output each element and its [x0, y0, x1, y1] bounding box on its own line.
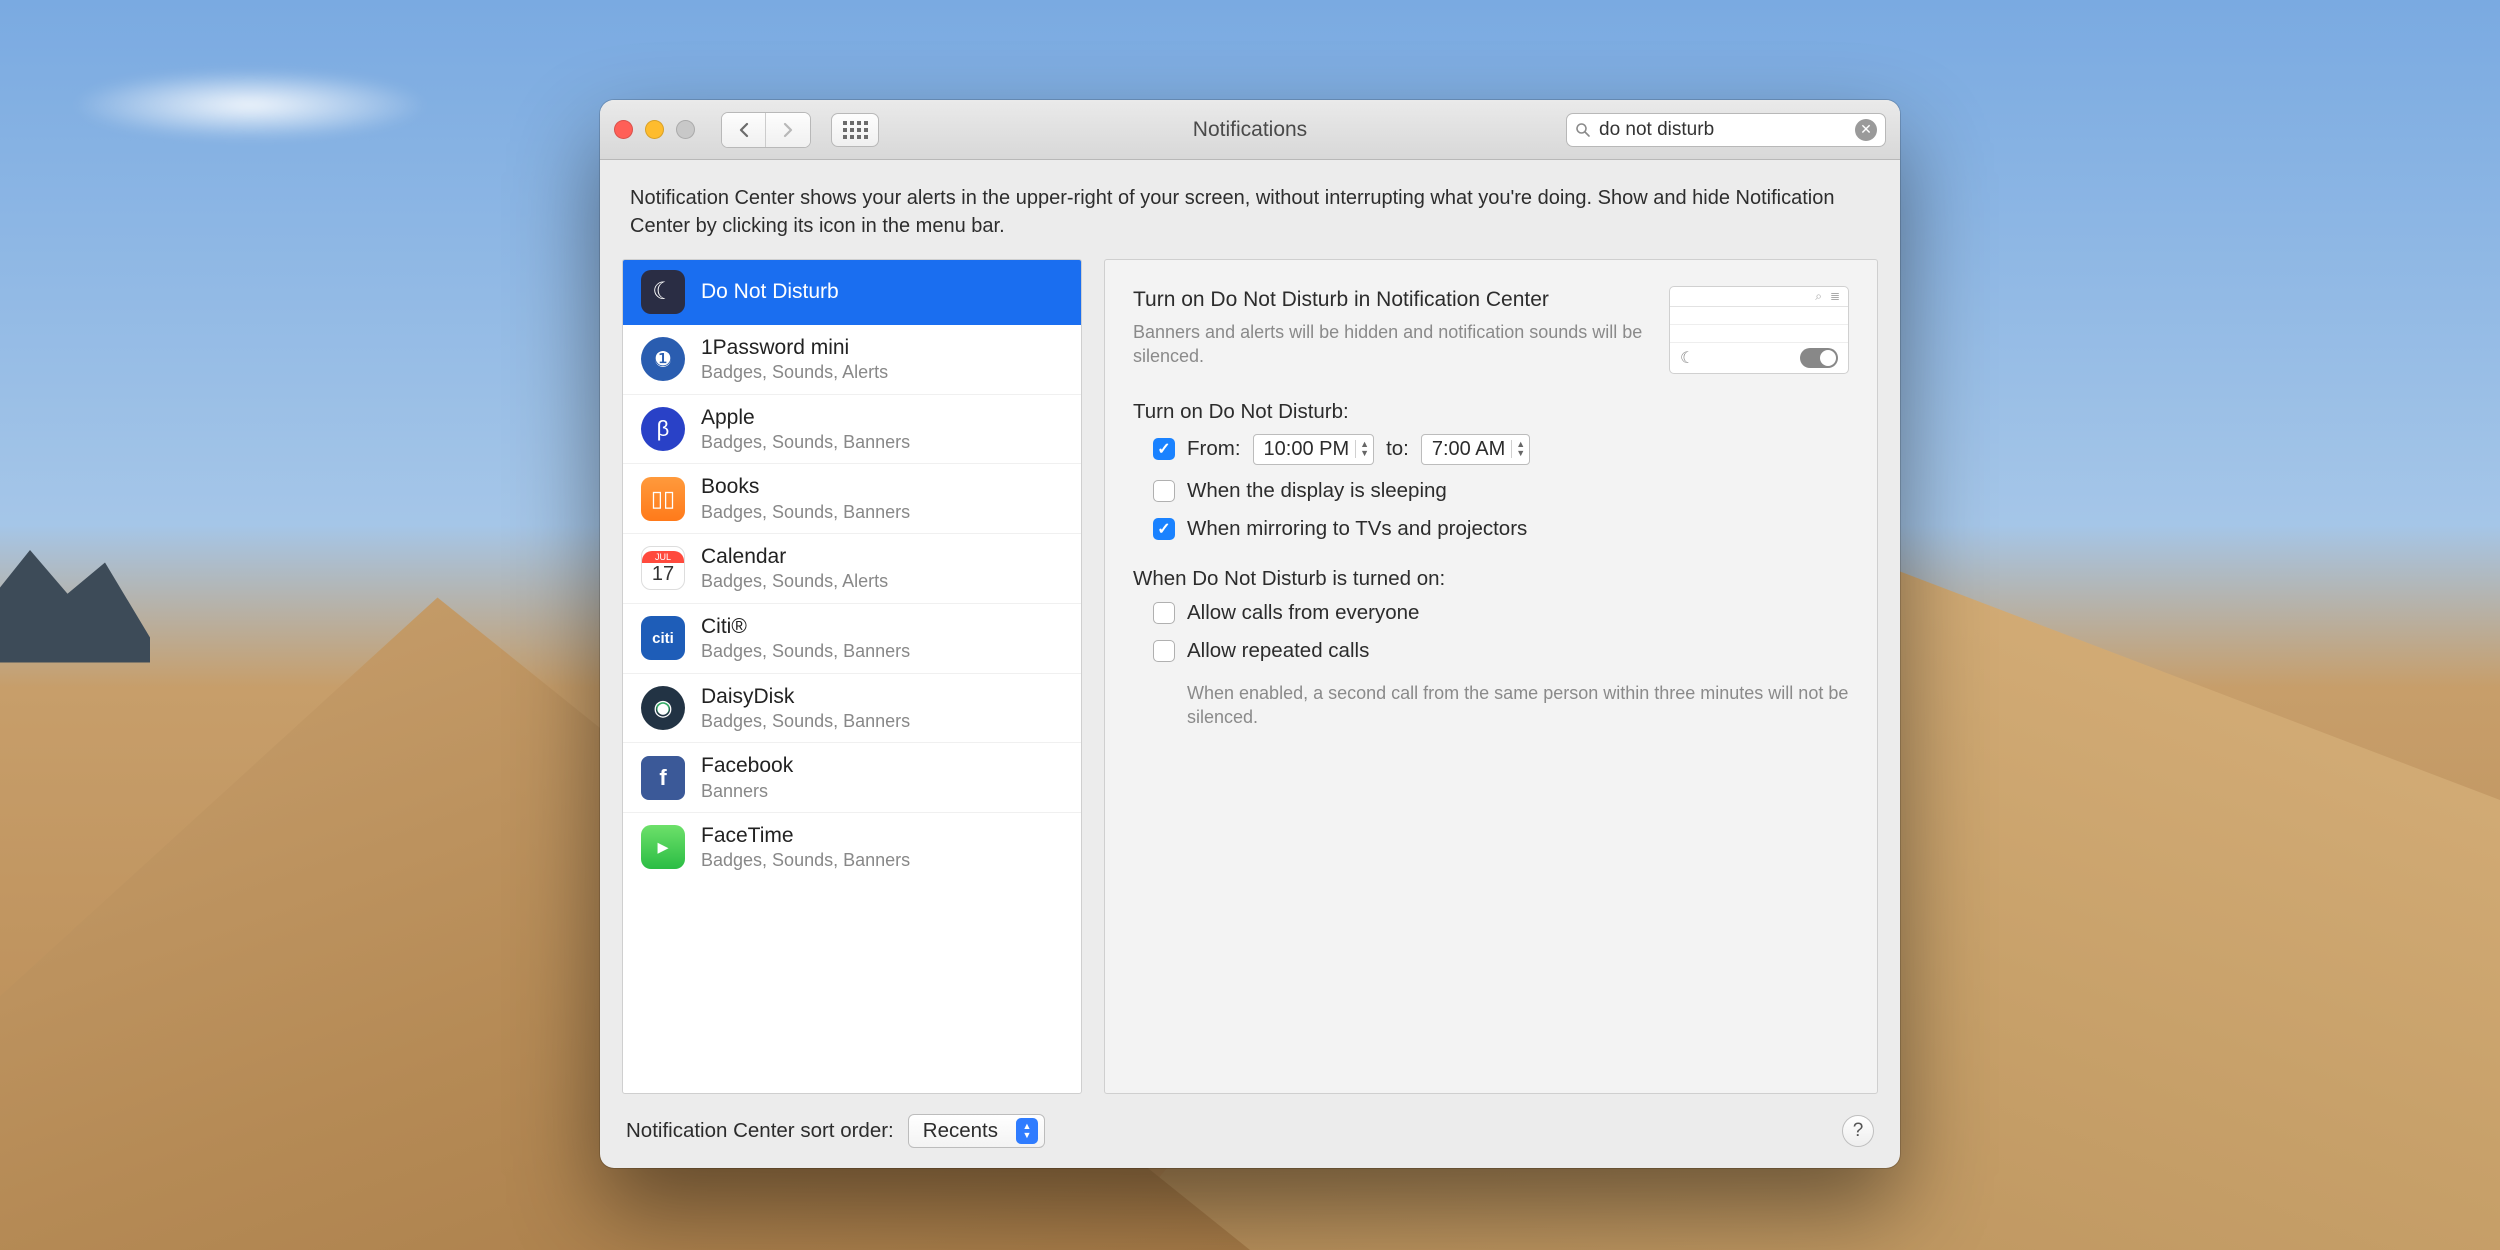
- zoom-button[interactable]: [676, 120, 695, 139]
- sidebar-item-label: Calendar: [701, 544, 888, 570]
- list-icon: ≣: [1830, 289, 1840, 303]
- sidebar-item-label: DaisyDisk: [701, 684, 910, 710]
- mirroring-checkbox[interactable]: [1153, 518, 1175, 540]
- sidebar-item-sub: Badges, Sounds, Banners: [701, 501, 910, 524]
- sidebar-item-daisydisk[interactable]: ◉ DaisyDisk Badges, Sounds, Banners: [623, 674, 1081, 744]
- allow-repeated-checkbox[interactable]: [1153, 640, 1175, 662]
- from-time-field[interactable]: 10:00 PM ▲▼: [1253, 434, 1375, 465]
- facetime-icon: ▸: [641, 825, 685, 869]
- search-icon: ⌕: [1815, 289, 1822, 304]
- moon-icon: ☾: [1680, 348, 1694, 368]
- search-icon: [1575, 122, 1591, 138]
- when-on-section-label: When Do Not Disturb is turned on:: [1133, 567, 1849, 591]
- sidebar-item-sub: Badges, Sounds, Banners: [701, 431, 910, 454]
- sidebar-item-sub: Badges, Sounds, Banners: [701, 710, 910, 733]
- sidebar-item-label: Do Not Disturb: [701, 279, 839, 305]
- sidebar-item-sub: Badges, Sounds, Banners: [701, 640, 910, 663]
- to-label: to:: [1386, 437, 1409, 461]
- sidebar-item-label: Citi®: [701, 614, 910, 640]
- sidebar-item-facebook[interactable]: f Facebook Banners: [623, 743, 1081, 813]
- mirroring-option: When mirroring to TVs and projectors: [1153, 517, 1849, 541]
- to-time-field[interactable]: 7:00 AM ▲▼: [1421, 434, 1530, 465]
- notification-center-preview: ⌕ ≣ ☾: [1669, 286, 1849, 374]
- window-titlebar: Notifications ✕: [600, 100, 1900, 160]
- content-panels: ☾ Do Not Disturb ① 1Password mini Badges…: [600, 259, 1900, 1094]
- sidebar-item-sub: Banners: [701, 780, 793, 803]
- allow-repeated-hint: When enabled, a second call from the sam…: [1153, 681, 1849, 730]
- back-button[interactable]: [722, 113, 766, 147]
- minimize-button[interactable]: [645, 120, 664, 139]
- sidebar-item-do-not-disturb[interactable]: ☾ Do Not Disturb: [623, 260, 1081, 325]
- sidebar-item-apple[interactable]: β Apple Badges, Sounds, Banners: [623, 395, 1081, 465]
- books-icon: ▯▯: [641, 477, 685, 521]
- search-input[interactable]: [1599, 119, 1847, 141]
- sort-order-label: Notification Center sort order:: [626, 1119, 894, 1143]
- mirroring-label: When mirroring to TVs and projectors: [1187, 517, 1527, 541]
- nav-segment: [721, 112, 811, 148]
- sidebar-item-books[interactable]: ▯▯ Books Badges, Sounds, Banners: [623, 464, 1081, 534]
- footer-bar: Notification Center sort order: Recents …: [600, 1094, 1900, 1168]
- sidebar-item-1password[interactable]: ① 1Password mini Badges, Sounds, Alerts: [623, 325, 1081, 395]
- allow-everyone-option: Allow calls from everyone: [1153, 601, 1849, 625]
- calendar-icon: JUL 17: [641, 546, 685, 590]
- display-sleeping-label: When the display is sleeping: [1187, 479, 1447, 503]
- sidebar-item-sub: Badges, Sounds, Alerts: [701, 570, 888, 593]
- pane-description: Notification Center shows your alerts in…: [600, 160, 1900, 259]
- sidebar-item-label: FaceTime: [701, 823, 910, 849]
- app-list[interactable]: ☾ Do Not Disturb ① 1Password mini Badges…: [622, 259, 1082, 1094]
- detail-heading: Turn on Do Not Disturb in Notification C…: [1133, 286, 1649, 314]
- toggle-icon: [1800, 348, 1838, 368]
- sidebar-item-facetime[interactable]: ▸ FaceTime Badges, Sounds, Banners: [623, 813, 1081, 882]
- stepper-icon[interactable]: ▲▼: [1355, 440, 1369, 458]
- sidebar-item-label: 1Password mini: [701, 335, 888, 361]
- search-field[interactable]: ✕: [1566, 113, 1886, 147]
- sidebar-item-label: Books: [701, 474, 910, 500]
- from-time-option: From: 10:00 PM ▲▼ to: 7:00 AM ▲▼: [1153, 434, 1849, 465]
- display-sleeping-checkbox[interactable]: [1153, 480, 1175, 502]
- sidebar-item-sub: Badges, Sounds, Alerts: [701, 361, 888, 384]
- sidebar-item-label: Apple: [701, 405, 910, 431]
- sidebar-item-calendar[interactable]: JUL 17 Calendar Badges, Sounds, Alerts: [623, 534, 1081, 604]
- display-sleeping-option: When the display is sleeping: [1153, 479, 1849, 503]
- chevron-updown-icon: ▲▼: [1016, 1118, 1038, 1144]
- preferences-window: Notifications ✕ Notification Center show…: [600, 100, 1900, 1168]
- sidebar-item-sub: Badges, Sounds, Banners: [701, 849, 910, 872]
- sort-order-select[interactable]: Recents ▲▼: [908, 1114, 1045, 1148]
- allow-repeated-label: Allow repeated calls: [1187, 639, 1369, 663]
- detail-panel: Turn on Do Not Disturb in Notification C…: [1104, 259, 1878, 1094]
- show-all-button[interactable]: [831, 113, 879, 147]
- turn-on-section-label: Turn on Do Not Disturb:: [1133, 400, 1849, 424]
- grid-icon: [843, 121, 868, 139]
- from-label: From:: [1187, 437, 1241, 461]
- sidebar-item-label: Facebook: [701, 753, 793, 779]
- facebook-icon: f: [641, 756, 685, 800]
- 1password-icon: ①: [641, 337, 685, 381]
- forward-button[interactable]: [766, 113, 810, 147]
- daisydisk-icon: ◉: [641, 686, 685, 730]
- allow-everyone-checkbox[interactable]: [1153, 602, 1175, 624]
- desktop-background: [70, 70, 430, 140]
- apple-icon: β: [641, 407, 685, 451]
- close-button[interactable]: [614, 120, 633, 139]
- clear-search-button[interactable]: ✕: [1855, 119, 1877, 141]
- moon-icon: ☾: [641, 270, 685, 314]
- citi-icon: citi: [641, 616, 685, 660]
- allow-repeated-option: Allow repeated calls: [1153, 639, 1849, 663]
- detail-heading-hint: Banners and alerts will be hidden and no…: [1133, 320, 1649, 369]
- sidebar-item-citi[interactable]: citi Citi® Badges, Sounds, Banners: [623, 604, 1081, 674]
- from-checkbox[interactable]: [1153, 438, 1175, 460]
- sort-order-value: Recents: [923, 1119, 998, 1143]
- window-controls: [614, 120, 695, 139]
- help-button[interactable]: ?: [1842, 1115, 1874, 1147]
- allow-everyone-label: Allow calls from everyone: [1187, 601, 1419, 625]
- stepper-icon[interactable]: ▲▼: [1511, 440, 1525, 458]
